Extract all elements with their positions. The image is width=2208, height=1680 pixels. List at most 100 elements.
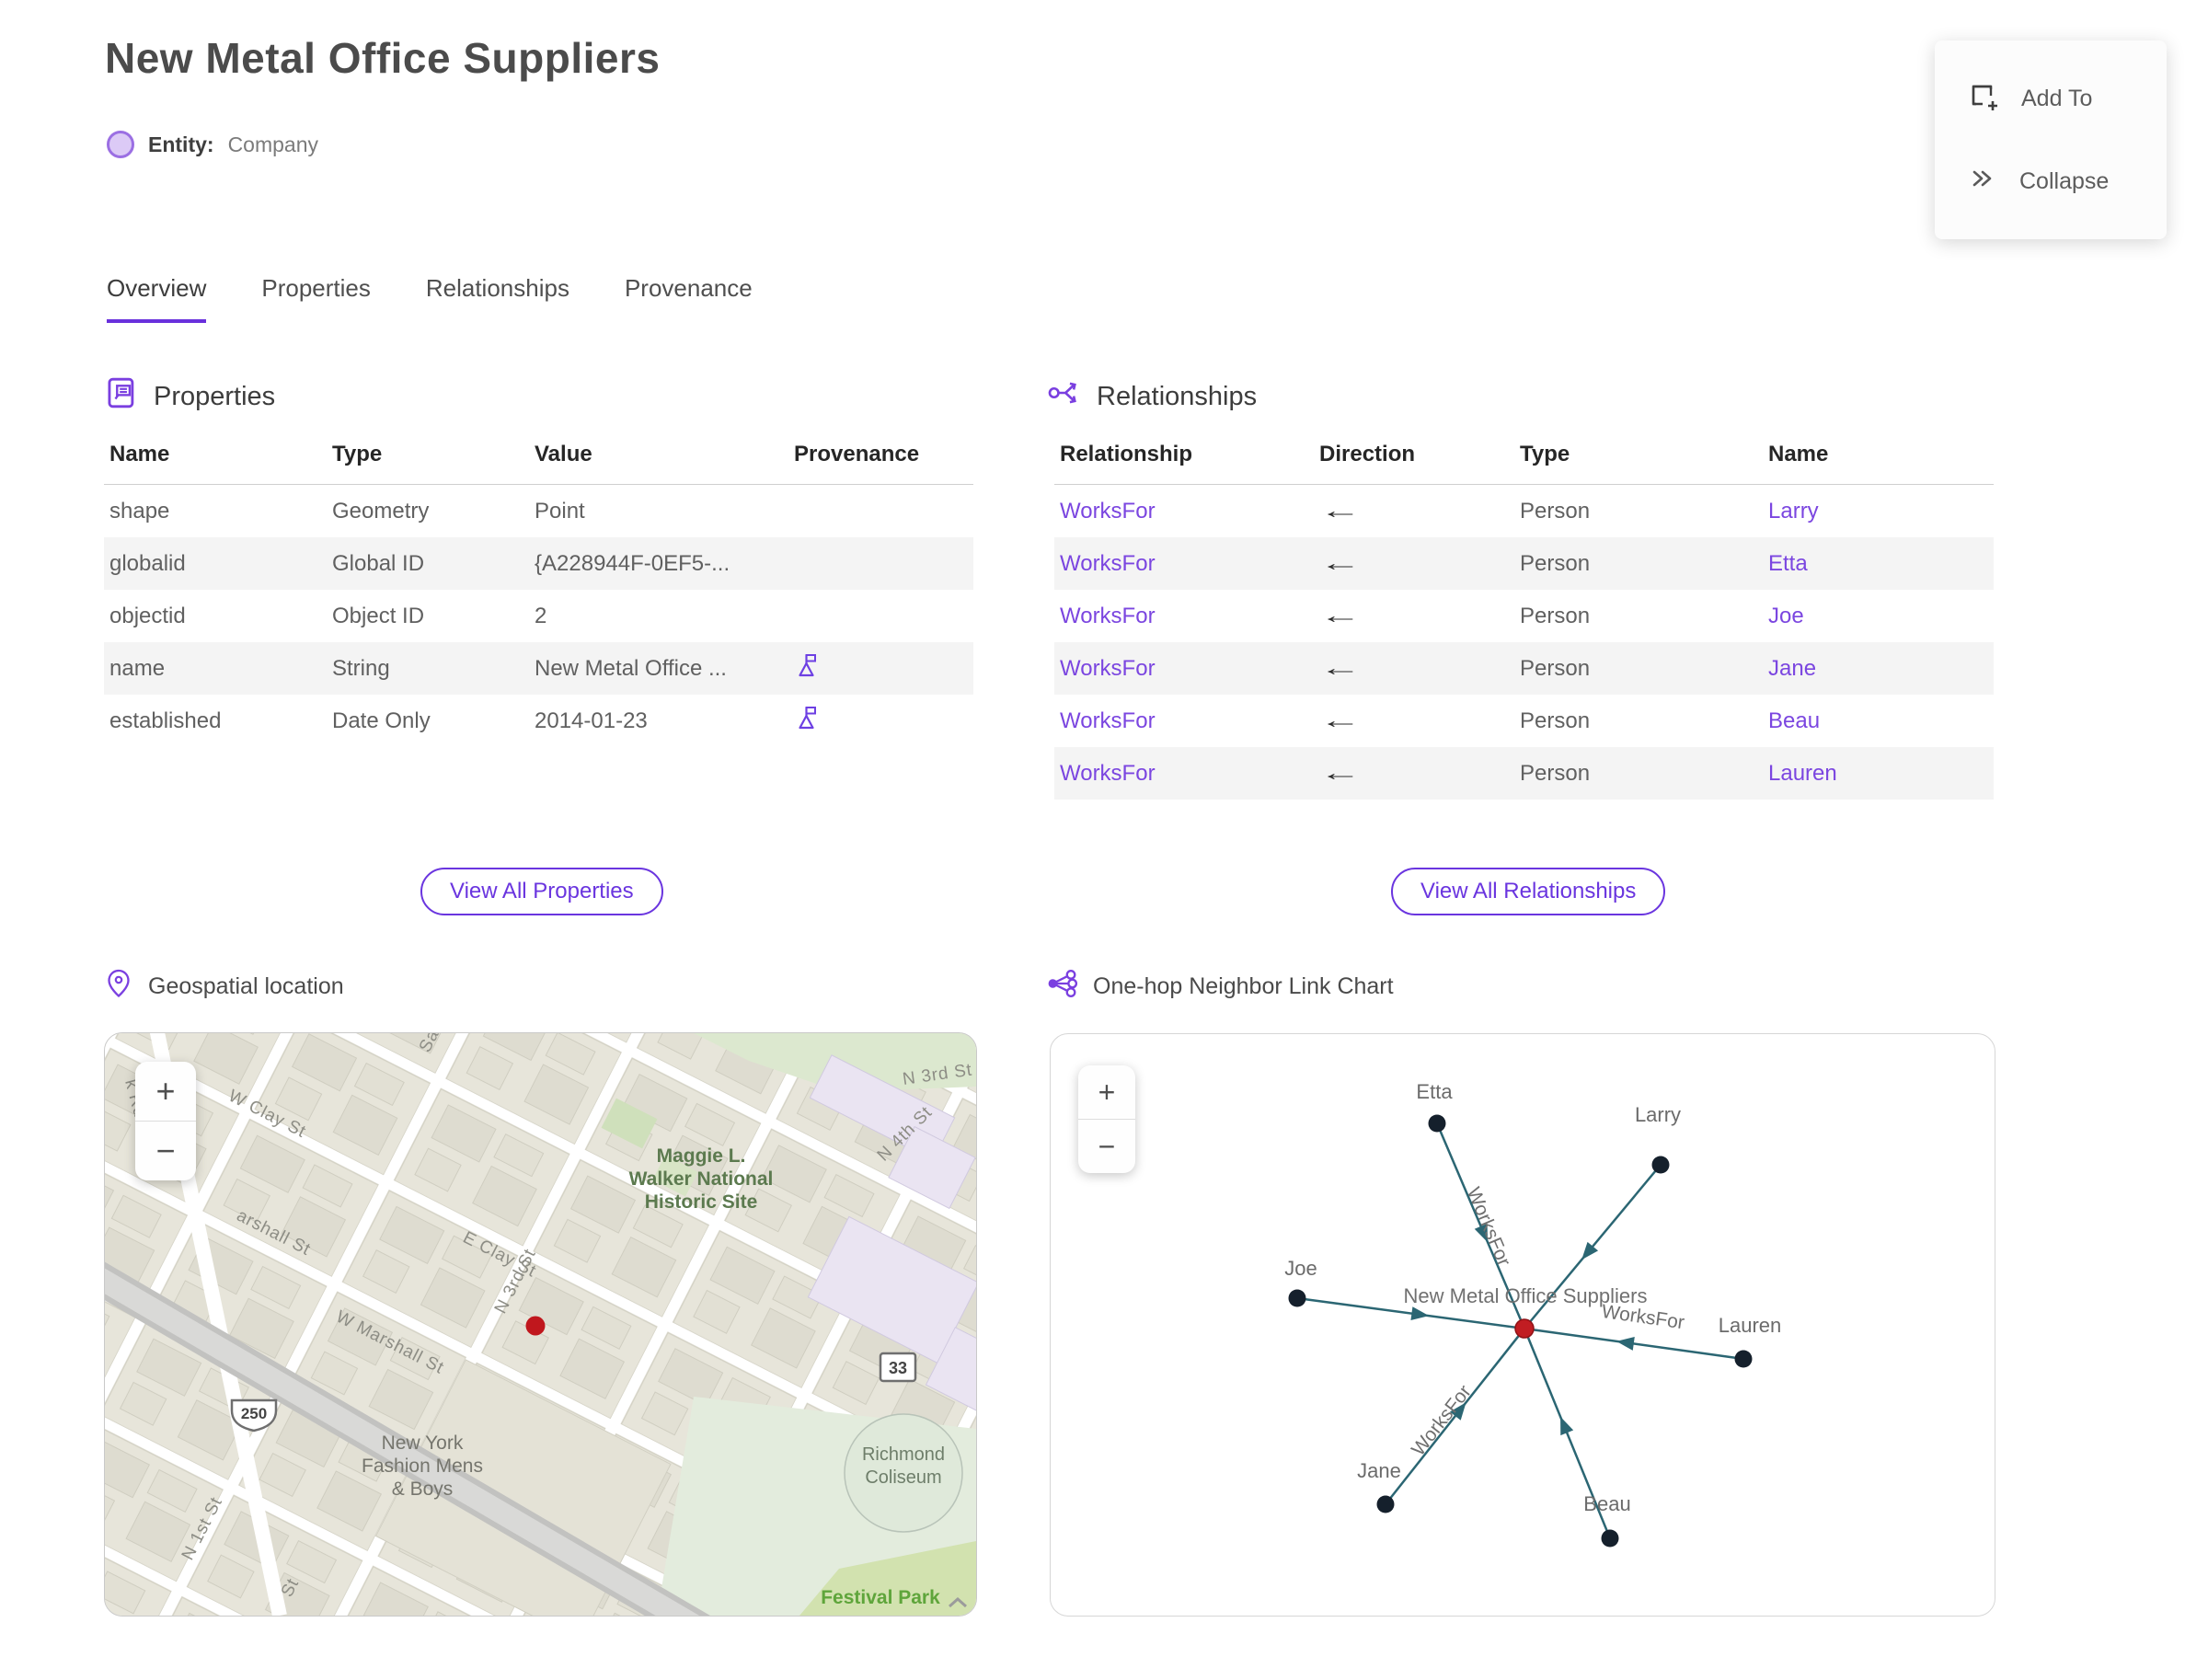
related-entity-link[interactable]: Joe (1768, 604, 1804, 628)
entity-type-dot-icon (107, 131, 134, 158)
direction-arrow: ← (1319, 603, 1362, 628)
graph-node-label: Larry (1635, 1103, 1681, 1126)
property-provenance (788, 651, 968, 685)
related-entity-link[interactable]: Beau (1768, 708, 1820, 733)
related-entity-link[interactable]: Larry (1768, 499, 1819, 524)
entity-label: Entity: (148, 132, 214, 156)
property-provenance (788, 599, 968, 633)
graph-node-label: Lauren (1719, 1314, 1782, 1337)
graph-edge-label: WorksFor (1463, 1184, 1515, 1269)
col-header-type: Type (1520, 442, 1570, 466)
relationship-type-link[interactable]: WorksFor (1060, 656, 1156, 681)
property-provenance (788, 547, 968, 581)
property-type: Geometry (332, 498, 430, 524)
link-chart-section-header: One-hop Neighbor Link Chart (1047, 968, 1394, 1006)
property-row: objectid Object ID 2 (104, 590, 973, 642)
graph-node[interactable] (1428, 1114, 1446, 1133)
double-chevron-right-icon (1968, 165, 1995, 199)
relationships-table-header: Relationship Direction Type Name (1054, 434, 1994, 485)
map-canvas[interactable]: 250 33 k RdW Clay StSaarshall StE Clay S… (105, 1033, 976, 1616)
direction-arrow: ← (1319, 655, 1362, 681)
col-header-name: Name (1768, 442, 1829, 466)
relationships-section-title: Relationships (1097, 381, 1258, 411)
page-title: New Metal Office Suppliers (105, 34, 661, 82)
related-entity-link[interactable]: Lauren (1768, 761, 1837, 786)
direction-arrow: ← (1319, 498, 1362, 524)
entity-row: Entity: Company (107, 131, 318, 158)
related-entity-link[interactable]: Jane (1768, 656, 1816, 681)
map-zoom-out-button[interactable]: − (135, 1121, 196, 1180)
graph-edge-arrow-icon (1560, 1416, 1574, 1436)
property-value: Point (535, 498, 585, 524)
property-row: name String New Metal Office ... (104, 642, 973, 695)
map-pin-icon (104, 968, 133, 1006)
us-route-number: 250 (241, 1405, 267, 1422)
col-header-provenance: Provenance (794, 442, 920, 466)
property-row: established Date Only 2014-01-23 (104, 695, 973, 747)
map-marker[interactable] (525, 1316, 546, 1336)
relationship-type-link[interactable]: WorksFor (1060, 551, 1156, 576)
collapse-label: Collapse (2019, 168, 2110, 194)
relationship-type-link[interactable]: WorksFor (1060, 708, 1156, 733)
graph-node[interactable] (1734, 1350, 1753, 1368)
relationship-type-link[interactable]: WorksFor (1060, 604, 1156, 628)
related-entity-type: Person (1520, 708, 1591, 733)
graph-center-node[interactable] (1514, 1318, 1535, 1339)
relationship-row: WorksFor ← Person Joe (1054, 590, 1994, 642)
property-name: name (109, 655, 166, 681)
link-chart-canvas[interactable]: EttaLarryJoeLaurenJaneBeauNew Metal Offi… (1051, 1034, 1993, 1614)
provenance-flag-icon[interactable] (794, 654, 820, 685)
properties-table: Name Type Value Provenance shape Geometr… (104, 434, 973, 747)
view-all-relationships-button[interactable]: View All Relationships (1391, 868, 1666, 915)
entity-detail-page: New Metal Office Suppliers Entity: Compa… (0, 0, 2208, 1680)
graph-edge (1524, 1327, 1744, 1361)
graph-node[interactable] (1376, 1495, 1395, 1513)
tab[interactable]: Overview (107, 274, 207, 323)
related-entity-type: Person (1520, 760, 1591, 786)
graph-node-label: Joe (1284, 1257, 1317, 1280)
properties-section-header: Properties (104, 375, 275, 418)
property-provenance (788, 704, 968, 738)
relationship-type-link[interactable]: WorksFor (1060, 499, 1156, 524)
map-area-label: Festival Park (821, 1587, 940, 1608)
relationship-row: WorksFor ← Person Beau (1054, 695, 1994, 747)
properties-table-header: Name Type Value Provenance (104, 434, 973, 485)
property-name: shape (109, 498, 170, 524)
view-all-properties-button[interactable]: View All Properties (420, 868, 663, 915)
property-row: shape Geometry Point (104, 485, 973, 537)
graph-node[interactable] (1601, 1529, 1619, 1548)
col-header-relationship: Relationship (1060, 442, 1193, 466)
entity-type-value: Company (227, 132, 318, 156)
direction-arrow: ← (1319, 760, 1362, 786)
graph-edge-label: WorksFor (1600, 1301, 1685, 1333)
link-chart-zoom-out-button[interactable]: − (1078, 1119, 1135, 1173)
map-zoom-control: + − (135, 1062, 196, 1180)
tab[interactable]: Provenance (625, 274, 753, 323)
graph-node[interactable] (1288, 1289, 1306, 1307)
relationship-type-link[interactable]: WorksFor (1060, 761, 1156, 786)
relationship-row: WorksFor ← Person Etta (1054, 537, 1994, 590)
property-type: Object ID (332, 603, 425, 628)
relationship-row: WorksFor ← Person Larry (1054, 485, 1994, 537)
graph-edge-arrow-icon (1410, 1306, 1430, 1321)
relationships-table: Relationship Direction Type Name WorksFo… (1054, 434, 1994, 800)
direction-arrow: ← (1319, 550, 1362, 576)
link-chart-zoom-in-button[interactable]: + (1078, 1065, 1135, 1119)
graph-edge-arrow-icon (1616, 1337, 1635, 1351)
link-chart-panel[interactable]: Etta Larry Joe Lauren Jane Beau New Metal Offi… (1050, 1033, 1995, 1617)
map-zoom-in-button[interactable]: + (135, 1062, 196, 1121)
tab[interactable]: Relationships (426, 274, 569, 323)
graph-edge-label: WorksFor (1408, 1381, 1476, 1460)
relationships-section-header: Relationships (1047, 375, 1257, 418)
col-header-name: Name (109, 442, 170, 466)
map-panel[interactable]: 250 33 k RdW Clay StSaarshall StE Clay S… (104, 1032, 977, 1617)
property-type: String (332, 655, 390, 681)
graph-node[interactable] (1651, 1156, 1670, 1174)
provenance-flag-icon[interactable] (794, 707, 820, 737)
add-to-button[interactable]: Add To (1935, 57, 2167, 141)
tab[interactable]: Properties (261, 274, 371, 323)
property-value: 2 (535, 603, 547, 628)
property-type: Date Only (332, 708, 431, 733)
related-entity-link[interactable]: Etta (1768, 551, 1808, 576)
collapse-button[interactable]: Collapse (1935, 141, 2167, 223)
